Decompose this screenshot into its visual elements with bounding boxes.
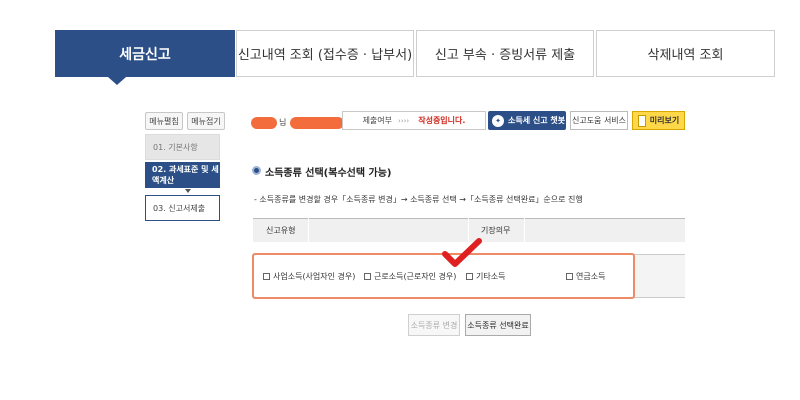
chatbot-icon: ✦ [492,114,504,127]
active-tab-pointer [108,77,126,85]
change-button-label: 소득종류 변경 [410,320,458,330]
checkbox-box[interactable] [263,273,270,280]
menu-item-submit-return[interactable]: 03. 신고서제출 [145,195,220,221]
status-label: 제출여부 [362,116,393,125]
filing-status: 제출여부 ›››› 작성중입니다. [342,111,486,130]
menu-collapse-button[interactable]: 메뉴접기 [187,112,225,130]
complete-button-label: 소득종류 선택완료 [467,320,529,330]
document-icon [637,114,646,127]
help-service-label: 신고도움 서비스 [571,116,627,125]
checkbox-business-income[interactable]: 사업소득(사업자인 경우) [263,271,355,282]
tab-label: 신고 부속 · 증빙서류 제출 [434,48,576,63]
preview-button[interactable]: 미리보기 [632,111,685,130]
chatbot-button-label: 소득세 신고 챗봇 [508,116,566,125]
checkbox-label: 근로소득(근로자인 경우) [374,272,457,281]
tab-filing-history[interactable]: 신고내역 조회 (접수증 · 납부서) [236,30,414,77]
chatbot-button[interactable]: ✦ 소득세 신고 챗봇 [488,111,566,130]
tab-label: 신고내역 조회 (접수증 · 납부서) [237,48,413,63]
complete-selection-button[interactable]: 소득종류 선택완료 [465,314,531,336]
tab-tax-filing[interactable]: 세금신고 [55,30,235,77]
menu-item-label: 02. 과세표준 및 세액계산 [152,165,219,185]
status-arrows: ›››› [398,116,410,125]
menu-item-label: 01. 기본사항 [153,142,198,152]
section-bullet-icon [252,166,261,175]
tab-label: 세금신고 [119,46,171,63]
menu-expand-label: 메뉴펼침 [149,116,179,126]
tab-attachment-submission[interactable]: 신고 부속 · 증빙서류 제출 [416,30,594,77]
header-divider [308,218,309,242]
instruction-note: - 소득종류를 변경할 경우「소득종류 변경」→ 소득종류 선택 →「소득종류 … [254,195,583,204]
column-filing-type: 신고유형 [266,226,296,235]
tab-deleted-history[interactable]: 삭제내역 조회 [596,30,775,77]
checkbox-box[interactable] [566,273,573,280]
change-income-type-button[interactable]: 소득종류 변경 [408,314,460,336]
red-check-mark-icon [442,238,482,267]
menu-step-arrow-icon [185,189,191,193]
menu-item-label: 03. 신고서제출 [153,203,206,213]
header-divider [524,218,525,242]
checkbox-label: 기타소득 [476,272,506,281]
checkbox-box[interactable] [364,273,371,280]
menu-collapse-label: 메뉴접기 [191,116,221,126]
preview-label: 미리보기 [649,116,680,125]
name-suffix: 님 [279,118,287,127]
menu-item-basic-info[interactable]: 01. 기본사항 [145,134,220,160]
checkbox-pension-income[interactable]: 연금소득 [566,271,605,282]
status-value: 작성중입니다. [418,116,466,125]
checkbox-other-income[interactable]: 기타소득 [466,271,505,282]
redacted-name [251,117,277,129]
help-service-button[interactable]: 신고도움 서비스 [570,111,628,130]
checkbox-earned-income[interactable]: 근로소득(근로자인 경우) [364,271,456,282]
menu-item-tax-calculation[interactable]: 02. 과세표준 및 세액계산 [145,162,220,188]
checkbox-label: 사업소득(사업자인 경우) [273,272,356,281]
redacted-id [290,117,344,129]
checkbox-label: 연금소득 [576,272,606,281]
column-bookkeeping-duty: 기장의무 [481,226,511,235]
menu-expand-button[interactable]: 메뉴펼침 [145,112,183,130]
section-title: 소득종류 선택(복수선택 가능) [265,168,392,179]
checkbox-box[interactable] [466,273,473,280]
tab-label: 삭제내역 조회 [647,48,724,63]
